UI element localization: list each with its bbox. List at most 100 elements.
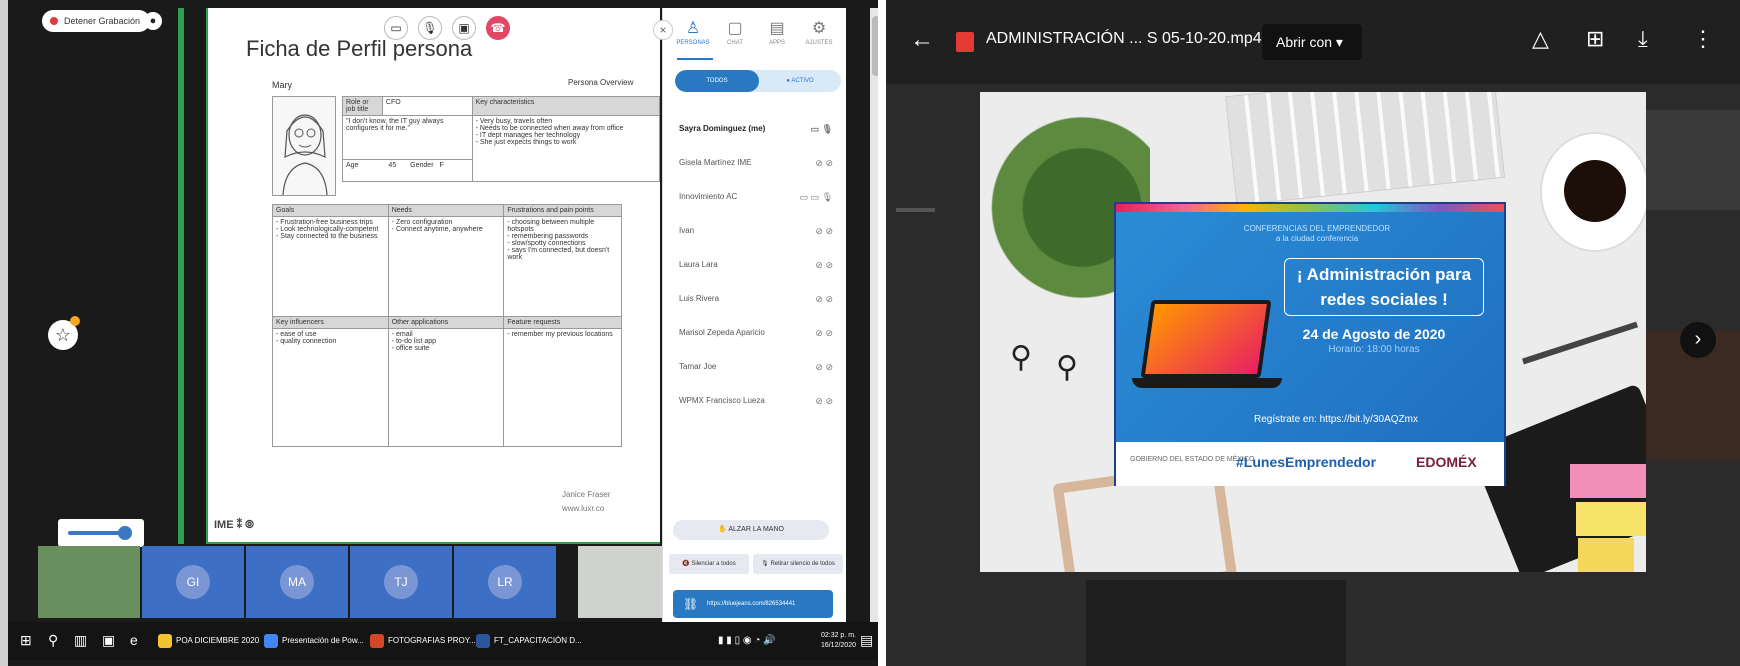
participant-video-thumbnail[interactable] — [578, 546, 662, 618]
avatar: LR — [488, 565, 522, 599]
participants-panel: × ♙ PERSONAS ▢ CHAT ▤ APPS ⚙ AJUSTES TOD… — [653, 8, 846, 622]
download-icon[interactable]: ⤓ — [1638, 26, 1648, 52]
taskbar-item-powerpoint[interactable]: Presentación de Pow... — [262, 631, 364, 651]
meeting-link[interactable]: ⛓ https://bluejeans.com/826534441 — [673, 590, 833, 618]
participant-row[interactable]: Tamar Joe ⊘ ⊘ — [679, 362, 839, 378]
scrollbar[interactable] — [870, 8, 878, 622]
tab-label: PERSONAS — [676, 40, 710, 46]
system-tray-icons[interactable]: ▮ ▮ ▯ ◉ ◔ 🔊 — [718, 635, 776, 646]
apps-header: Other applications — [387, 316, 505, 329]
participant-thumbnail[interactable]: GI — [142, 546, 244, 618]
banner-register: Regístrate en: https://bit.ly/30AQZmx — [1254, 414, 1418, 425]
taskbar-item-capacitacion[interactable]: FT_CAPACITACIÓN D... — [474, 631, 582, 651]
scrollbar-thumb[interactable] — [872, 16, 878, 76]
task-view-icon[interactable]: ▥ — [74, 632, 87, 649]
needs-header: Needs — [387, 204, 505, 217]
link-icon: ⛓ — [683, 597, 699, 611]
windows-start-icon[interactable]: ⊞ — [20, 632, 32, 649]
participant-row[interactable]: Luis Rivera ⊘ ⊘ — [679, 294, 839, 310]
sticky-note-image — [1570, 464, 1646, 498]
tab-label: AJUSTES — [805, 40, 833, 46]
active-tab-indicator — [677, 58, 713, 60]
apps-list: - email - to-do list app - office suite — [387, 328, 505, 447]
add-icon[interactable]: ⊞ — [1586, 26, 1604, 52]
persona-goals-table: Goals Needs Frustrations and pain points… — [272, 204, 622, 447]
influencers-list: - ease of use - quality connection — [272, 328, 389, 447]
participant-thumbnail[interactable]: LR — [454, 546, 556, 618]
next-arrow-icon[interactable]: › — [1680, 322, 1716, 358]
muted-icon: ⊘ ⊘ — [815, 226, 833, 236]
banner-hour: Horario: 18:00 horas — [1328, 344, 1420, 355]
participant-row[interactable]: Marisol Zepeda Aparicio ⊘ ⊘ — [679, 328, 839, 344]
stop-recording-button[interactable]: Detener Grabación — [42, 10, 151, 32]
clock-date: 16/12/2020 — [820, 642, 856, 649]
open-with-label: Abrir con — [1276, 34, 1333, 50]
add-to-drive-icon[interactable]: △ — [1532, 26, 1549, 52]
unsilence-all-label: Retirar silencio de todos — [770, 561, 835, 567]
taskbar-item-fotografias[interactable]: FOTOGRAFIAS PROY... — [368, 631, 476, 651]
store-icon[interactable]: ▣ — [102, 632, 115, 649]
banner-hashtag: #LunesEmprendedor — [1236, 454, 1377, 470]
tab-chat[interactable]: ▢ CHAT — [713, 18, 757, 46]
back-arrow-icon[interactable]: ← — [910, 26, 934, 54]
composite-screenshot: Detener Grabación ● ☆ Ficha de Perfil pe… — [0, 0, 1740, 666]
age-value: 45 — [388, 162, 397, 169]
volume-knob[interactable] — [118, 526, 132, 540]
laptop-illustration — [1126, 300, 1282, 400]
tab-settings[interactable]: ⚙ AJUSTES — [797, 18, 841, 46]
taskbar-clock[interactable]: 02:32 p. m. 16/12/2020 — [821, 631, 856, 651]
avatar: TJ — [384, 565, 418, 599]
tab-apps[interactable]: ▤ APPS — [755, 18, 799, 46]
participant-name: Tamar Joe — [679, 362, 717, 371]
filter-all-button[interactable]: TODOS — [675, 70, 759, 92]
video-frame[interactable]: ⚲ ⚲ CONFERENCIAS DEL EMPRENDEDOR a la ci… — [980, 92, 1646, 572]
influencers-header: Key influencers — [272, 316, 389, 329]
participant-name: Marisol Zepeda Aparicio — [679, 328, 765, 337]
participant-thumbnail[interactable]: TJ — [350, 546, 452, 618]
brand-logo: EDOMÉX — [1416, 454, 1477, 470]
participant-row[interactable]: Gisela Martínez IME ⊘ ⊘ — [679, 158, 839, 174]
chat-icon: ▢ — [727, 20, 743, 37]
taskbar-label: Presentación de Pow... — [282, 636, 364, 645]
tab-label: CHAT — [727, 40, 743, 46]
persona-quote: "I don't know, the IT guy always configu… — [342, 115, 473, 160]
notifications-icon[interactable]: ▤ — [860, 632, 873, 649]
more-options-icon[interactable]: ⋮ — [1692, 26, 1714, 52]
close-icon[interactable]: × — [653, 20, 673, 40]
user-icon[interactable]: ● — [144, 12, 162, 30]
end-call-button[interactable]: ☎ — [486, 16, 510, 40]
raise-hand-button[interactable]: ✋ ALZAR LA MANO — [673, 520, 829, 540]
participant-row[interactable]: WPMX Francisco Lueza ⊘ ⊘ — [679, 396, 839, 412]
screen-share-button[interactable]: ▣ — [452, 16, 476, 40]
participant-thumbnail[interactable]: MA — [246, 546, 348, 618]
binder-clip-image: ⚲ — [1056, 351, 1078, 384]
binder-clip-image: ⚲ — [1010, 341, 1032, 374]
banner-main: CONFERENCIAS DEL EMPRENDEDOR a la ciudad… — [1116, 204, 1504, 442]
participant-row[interactable]: Sayra Dominguez (me) ▭ 🎙 — [679, 124, 839, 140]
taskbar-label: FT_CAPACITACIÓN D... — [494, 636, 582, 645]
participant-video-thumbnail[interactable] — [38, 546, 140, 618]
microphone-button[interactable]: 🎙 — [418, 16, 442, 40]
camera-button[interactable]: ▭ — [384, 16, 408, 40]
tab-personas[interactable]: ♙ PERSONAS — [671, 18, 715, 46]
participant-row[interactable]: Ivan ⊘ ⊘ — [679, 226, 839, 242]
unsilence-all-button[interactable]: 🎙 Retirar silencio de todos — [753, 554, 843, 574]
silence-all-label: Silenciar a todos — [691, 561, 736, 567]
search-icon[interactable]: ⚲ — [48, 632, 58, 649]
volume-control[interactable] — [58, 519, 144, 547]
features-list: - remember my previous locations — [503, 328, 622, 447]
open-with-button[interactable]: Abrir con ▾ — [1262, 24, 1362, 60]
taskbar-item-poa[interactable]: POA DICIEMBRE 2020 — [156, 631, 259, 651]
avatar: MA — [280, 565, 314, 599]
filter-active-button[interactable]: ● ACTIVO — [759, 70, 841, 92]
participant-row[interactable]: Innovimiento AC ▭ ▭ 🎙 — [679, 192, 839, 208]
edge-icon[interactable]: e — [130, 632, 138, 648]
filter-active-label: ACTIVO — [791, 78, 814, 84]
features-header: Feature requests — [503, 316, 622, 329]
banner-subtitle: CONFERENCIAS DEL EMPRENDEDOR a la ciudad… — [1243, 224, 1391, 243]
sticky-note-image — [1578, 538, 1634, 572]
silence-all-button[interactable]: 🔇 Silenciar a todos — [669, 554, 749, 574]
file-title: ADMINISTRACIÓN ... S 05-10-20.mp4 — [986, 30, 1262, 47]
participant-row[interactable]: Laura Lara ⊘ ⊘ — [679, 260, 839, 276]
persona-sketch-image — [272, 96, 336, 196]
